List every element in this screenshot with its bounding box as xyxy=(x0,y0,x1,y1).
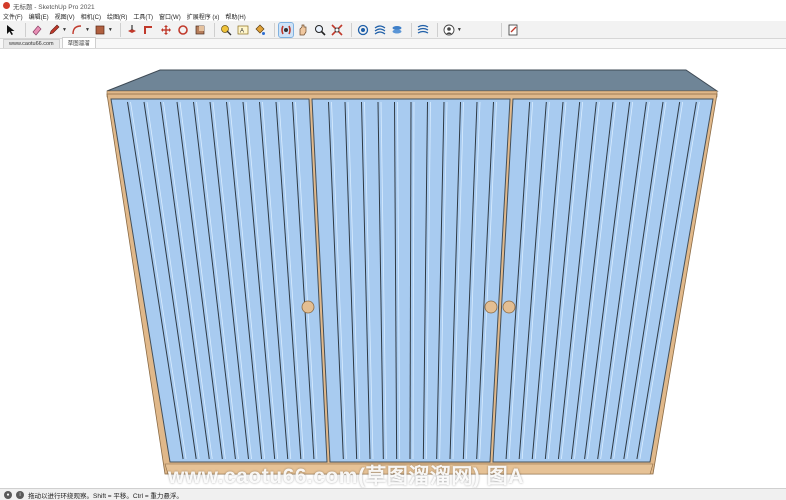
sketchup-logo-icon xyxy=(3,2,10,9)
menu-view[interactable]: 视图(V) xyxy=(55,12,75,21)
move-icon[interactable] xyxy=(159,23,173,37)
chevron-down-icon[interactable]: ▼ xyxy=(457,27,462,33)
chevron-down-icon[interactable]: ▼ xyxy=(108,27,113,33)
text-icon[interactable]: A xyxy=(236,23,250,37)
chevron-down-icon[interactable]: ▼ xyxy=(62,27,67,33)
select-icon[interactable] xyxy=(4,23,18,37)
toolbar-separator xyxy=(119,22,121,37)
menu-help[interactable]: 帮助(H) xyxy=(225,12,245,21)
toolbar-separator xyxy=(213,22,215,37)
menu-bar: 文件(F) 编辑(E) 视图(V) 相机(C) 绘图(R) 工具(T) 窗口(W… xyxy=(0,11,786,21)
scale-icon[interactable] xyxy=(193,23,207,37)
pan-icon[interactable] xyxy=(296,23,310,37)
toolbar-separator xyxy=(500,22,502,37)
title-bar: 无标题 - SketchUp Pro 2021 xyxy=(0,0,786,11)
status-bar: ● i 拖动以进行环绕观察。Shift = 平移。Ctrl = 重力悬浮。 xyxy=(0,488,786,500)
zoom-extents-icon[interactable] xyxy=(330,23,344,37)
handle-left xyxy=(301,300,315,314)
watermark-text: www.caotu66.com(草图溜溜网) 图A xyxy=(168,465,524,488)
rectangle-icon[interactable] xyxy=(93,23,107,37)
user-icon[interactable] xyxy=(442,23,456,37)
menu-tools[interactable]: 工具(T) xyxy=(133,12,153,21)
follow-me-icon[interactable] xyxy=(142,23,156,37)
drawing-viewport[interactable] xyxy=(0,50,786,488)
window-title: 无标题 - SketchUp Pro 2021 xyxy=(13,3,95,11)
pencil-icon[interactable] xyxy=(47,23,61,37)
tape-measure-icon[interactable] xyxy=(219,23,233,37)
menu-edit[interactable]: 编辑(E) xyxy=(29,12,49,21)
menu-draw[interactable]: 绘图(R) xyxy=(107,12,127,21)
paint-bucket-icon[interactable] xyxy=(253,23,267,37)
toolbar-separator xyxy=(25,22,26,37)
menu-file[interactable]: 文件(F) xyxy=(3,12,23,21)
scene-tab-caotu[interactable]: www.caotu66.com xyxy=(3,39,60,48)
toolbar-separator xyxy=(350,22,352,37)
scene-tabs-bar: www.caotu66.com 草图溜溜 xyxy=(0,37,786,49)
handle-middle xyxy=(484,300,498,314)
status-text: 拖动以进行环绕观察。Shift = 平移。Ctrl = 重力悬浮。 xyxy=(28,492,183,500)
warehouse-icon[interactable] xyxy=(356,23,370,37)
zoom-icon[interactable] xyxy=(313,23,327,37)
layout-icon[interactable] xyxy=(390,23,404,37)
menu-window[interactable]: 窗口(W) xyxy=(159,12,181,21)
orbit-icon[interactable] xyxy=(277,21,294,38)
cabinet-top xyxy=(106,69,719,92)
extension-warehouse-icon[interactable] xyxy=(373,23,387,37)
chevron-down-icon[interactable]: ▼ xyxy=(85,27,90,33)
toolbar-separator xyxy=(410,22,412,37)
push-pull-icon[interactable] xyxy=(125,23,139,37)
scene-tab-sketch[interactable]: 草图溜溜 xyxy=(61,37,96,48)
large-tool-set-toolbar: ▼ ▼ ▼ A ▼ xyxy=(0,21,786,39)
svg-text:A: A xyxy=(240,28,244,34)
extension-manager-icon[interactable] xyxy=(416,23,430,37)
eraser-icon[interactable] xyxy=(30,23,44,37)
menu-extensions[interactable]: 扩展程序 (x) xyxy=(187,12,220,21)
cabinet-model xyxy=(106,69,719,475)
toolbar-separator xyxy=(436,22,438,37)
model-info-icon[interactable] xyxy=(506,23,520,37)
handle-right xyxy=(502,300,516,314)
info-icon[interactable]: i xyxy=(16,490,24,499)
rotate-icon[interactable] xyxy=(176,23,190,37)
menu-camera[interactable]: 相机(C) xyxy=(81,12,101,21)
geo-location-icon[interactable]: ● xyxy=(4,490,12,499)
arc-icon[interactable] xyxy=(70,23,84,37)
toolbar-separator xyxy=(273,22,275,37)
